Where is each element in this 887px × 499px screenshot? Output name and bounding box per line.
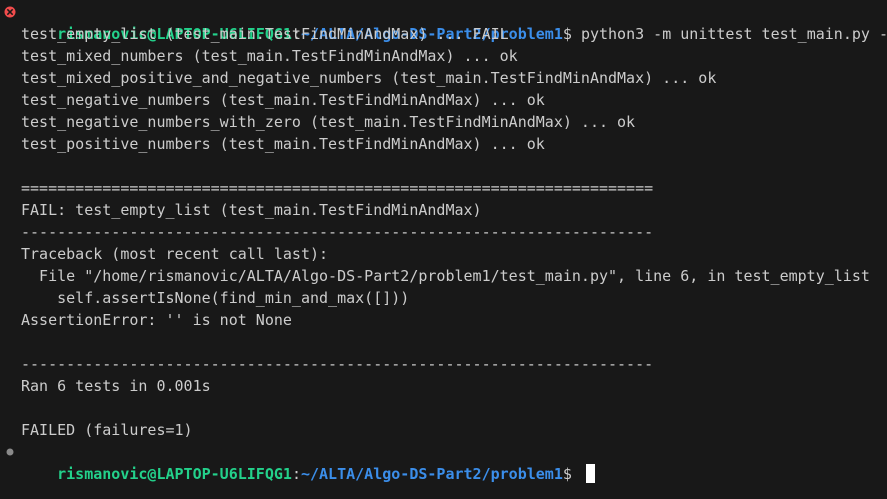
output-line: self.assertIsNone(find_min_and_max([])): [21, 289, 410, 307]
command-marker-icon[interactable]: [4, 446, 16, 458]
prompt-colon: :: [291, 465, 301, 483]
output-line: FAIL: test_empty_list (test_main.TestFin…: [21, 201, 482, 219]
output-line: test_empty_list (test_main.TestFindMinAn…: [21, 25, 509, 43]
output-line: test_mixed_positive_and_negative_numbers…: [21, 69, 717, 87]
prompt-symbol: $: [562, 465, 581, 483]
output-line: test_negative_numbers (test_main.TestFin…: [21, 91, 545, 109]
output-line: File "/home/rismanovic/ALTA/Algo-DS-Part…: [21, 267, 870, 285]
output-separator: ----------------------------------------…: [21, 355, 654, 373]
prompt-line-2[interactable]: rismanovic@LAPTOP-U6LIFQG1:~/ALTA/Algo-D…: [0, 441, 887, 483]
output-separator: ----------------------------------------…: [21, 223, 654, 241]
prompt-line-1: rismanovic@LAPTOP-U6LIFQG1:~/ALTA/Algo-D…: [0, 1, 887, 43]
text-cursor: [585, 464, 595, 483]
output-line: Traceback (most recent call last):: [21, 245, 329, 263]
output-line: test_positive_numbers (test_main.TestFin…: [21, 135, 545, 153]
output-separator: ========================================…: [21, 179, 654, 197]
prompt-user-host: rismanovic@LAPTOP-U6LIFQG1: [57, 465, 292, 483]
prompt-path: ~/ALTA/Algo-DS-Part2/problem1: [300, 465, 563, 483]
output-line: Ran 6 tests in 0.001s: [21, 377, 211, 395]
output-line: test_negative_numbers_with_zero (test_ma…: [21, 113, 636, 131]
terminal-window[interactable]: rismanovic@LAPTOP-U6LIFQG1:~/ALTA/Algo-D…: [0, 0, 887, 499]
output-line: FAILED (failures=1): [21, 421, 193, 439]
output-line: AssertionError: '' is not None: [21, 311, 292, 329]
error-circle-icon[interactable]: [4, 6, 16, 18]
output-line: test_mixed_numbers (test_main.TestFindMi…: [21, 47, 518, 65]
